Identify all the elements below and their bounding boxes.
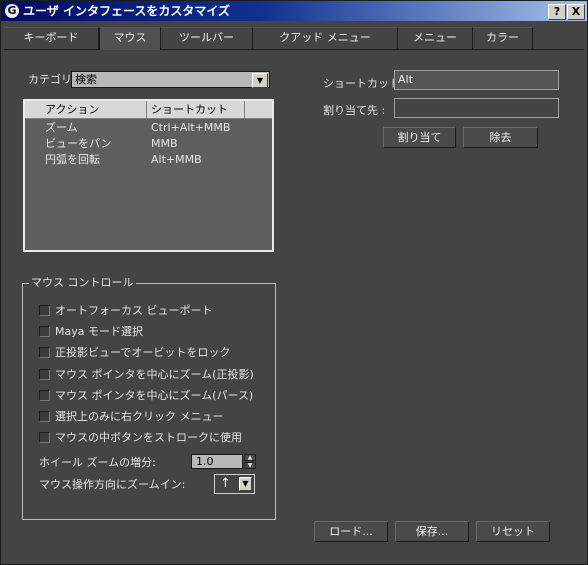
- list-header: アクション ショートカット: [25, 101, 272, 119]
- list-item[interactable]: ズーム Ctrl+Alt+MMB: [25, 121, 272, 135]
- category-value: 検索: [75, 73, 97, 86]
- action-name: 円弧を回転: [45, 153, 100, 166]
- assigned-to-label: 割り当て先 :: [323, 104, 386, 117]
- shortcut-input[interactable]: Alt: [394, 70, 559, 90]
- column-header-action[interactable]: アクション: [45, 102, 99, 117]
- checkbox-label: Maya モード選択: [55, 325, 143, 338]
- spinner-up-icon[interactable]: ▲: [244, 454, 256, 461]
- tab-mouse[interactable]: マウス: [99, 27, 161, 50]
- zoom-direction-label: マウス操作方向にズームイン:: [39, 478, 186, 491]
- customize-ui-dialog: G ユーザ インタフェースをカスタマイズ ? X キーボード マウス ツールバー…: [0, 0, 588, 565]
- tab-menus[interactable]: メニュー: [398, 27, 473, 49]
- spinner-arrows-icon[interactable]: ▲ ▼: [244, 454, 256, 469]
- action-name: ビューをパン: [45, 137, 112, 150]
- close-button[interactable]: X: [567, 4, 585, 20]
- checkbox-label: マウス ポインタを中心にズーム(正投影): [55, 368, 254, 381]
- load-button[interactable]: ロード...: [314, 521, 388, 542]
- window-title: ユーザ インタフェースをカスタマイズ: [23, 4, 230, 18]
- assigned-to-field[interactable]: [394, 98, 559, 118]
- chevron-down-icon[interactable]: ▼: [239, 477, 252, 491]
- checkbox-box[interactable]: [39, 390, 50, 401]
- tab-toolbars[interactable]: ツールバー: [161, 27, 253, 49]
- reset-button[interactable]: リセット: [476, 521, 550, 542]
- checkbox-label: 正投影ビューでオービットをロック: [55, 346, 231, 359]
- wheel-zoom-input[interactable]: 1.0: [191, 454, 243, 469]
- action-shortcut: Ctrl+Alt+MMB: [151, 121, 231, 134]
- 3ds-max-logo-icon: G: [5, 4, 19, 18]
- checkbox-label: マウスの中ボタンをストロークに使用: [55, 431, 242, 444]
- checkbox-label: マウス ポインタを中心にズーム(パース): [55, 389, 254, 402]
- tab-keyboard[interactable]: キーボード: [4, 27, 99, 49]
- column-divider: [146, 101, 147, 118]
- zoom-direction-value: ↑: [220, 476, 231, 491]
- list-item[interactable]: ビューをパン MMB: [25, 137, 272, 151]
- checkbox-box[interactable]: [39, 411, 50, 422]
- tab-quad-menus[interactable]: クアッド メニュー: [253, 27, 398, 49]
- checkbox-box[interactable]: [39, 326, 50, 337]
- checkbox-box[interactable]: [39, 432, 50, 443]
- zoom-direction-dropdown[interactable]: ↑ ▼: [214, 474, 255, 494]
- spinner-down-icon[interactable]: ▼: [244, 462, 256, 469]
- category-label: カテゴリ:: [28, 73, 76, 86]
- action-shortcut: Alt+MMB: [151, 153, 202, 166]
- help-button[interactable]: ?: [548, 4, 566, 20]
- checkbox-box[interactable]: [39, 369, 50, 380]
- action-name: ズーム: [45, 121, 78, 134]
- wheel-zoom-label: ホイール ズームの増分:: [39, 456, 156, 469]
- checkbox-box[interactable]: [39, 305, 50, 316]
- checkbox-label: オートフォーカス ビューポート: [55, 304, 213, 317]
- assign-button[interactable]: 割り当て: [383, 127, 456, 148]
- tab-colors[interactable]: カラー: [473, 27, 533, 49]
- checkbox-label: 選択上のみに右クリック メニュー: [55, 410, 224, 423]
- column-divider: [244, 101, 245, 118]
- chevron-down-icon[interactable]: ▼: [252, 73, 268, 88]
- column-header-shortcut[interactable]: ショートカット: [151, 102, 228, 117]
- action-list[interactable]: アクション ショートカット ズーム Ctrl+Alt+MMB ビューをパン MM…: [23, 99, 274, 252]
- mouse-control-title: マウス コントロール: [29, 276, 136, 290]
- list-item[interactable]: 円弧を回転 Alt+MMB: [25, 153, 272, 167]
- title-bar[interactable]: G ユーザ インタフェースをカスタマイズ ? X: [1, 1, 587, 21]
- tab-bar: キーボード マウス ツールバー クアッド メニュー メニュー カラー: [4, 27, 584, 50]
- checkbox-box[interactable]: [39, 347, 50, 358]
- remove-button[interactable]: 除去: [463, 127, 538, 148]
- category-dropdown[interactable]: 検索 ▼: [71, 71, 270, 88]
- save-button[interactable]: 保存...: [395, 521, 469, 542]
- shortcut-label: ショートカット:: [323, 77, 404, 90]
- action-shortcut: MMB: [151, 137, 178, 150]
